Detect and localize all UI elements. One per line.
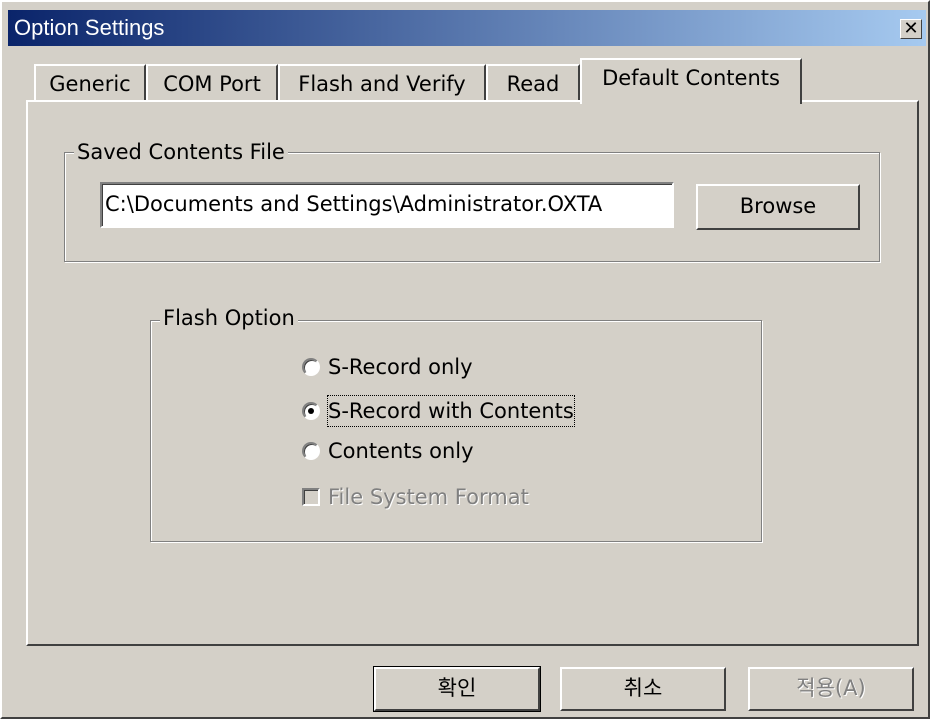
radio-contents-only[interactable]: Contents only	[302, 436, 562, 466]
tab-generic[interactable]: Generic	[34, 64, 146, 104]
radio-s-record-with-contents[interactable]: S-Record with Contents	[302, 395, 622, 427]
title-bar[interactable]: Option Settings ✕	[8, 10, 926, 46]
ok-button[interactable]: 확인	[373, 666, 541, 712]
tab-flash-and-verify[interactable]: Flash and Verify	[278, 64, 486, 104]
tab-label: COM Port	[163, 72, 261, 96]
cancel-button-label: 취소	[623, 676, 663, 700]
cancel-button[interactable]: 취소	[560, 667, 726, 711]
apply-button[interactable]: 적용(A)	[748, 667, 914, 711]
radio-s-record-only[interactable]: S-Record only	[302, 352, 562, 382]
tab-default-contents[interactable]: Default Contents	[580, 58, 802, 104]
checkbox-label: File System Format	[328, 485, 529, 509]
window-title: Option Settings	[14, 15, 165, 40]
tab-label: Read	[506, 72, 560, 96]
saved-contents-path-value: C:\Documents and Settings\Administrator.…	[105, 192, 603, 216]
radio-label: S-Record only	[328, 355, 473, 379]
radio-label: Contents only	[328, 439, 474, 463]
flash-option-label: Flash Option	[160, 306, 298, 330]
saved-contents-path-input[interactable]: C:\Documents and Settings\Administrator.…	[100, 182, 674, 228]
tab-com-port[interactable]: COM Port	[146, 64, 278, 104]
apply-button-label: 적용(A)	[796, 676, 866, 700]
close-button[interactable]: ✕	[900, 19, 922, 39]
radio-button[interactable]	[302, 358, 320, 376]
tab-label: Default Contents	[602, 66, 780, 90]
radio-selected-dot	[308, 408, 314, 414]
close-icon: ✕	[903, 18, 919, 39]
radio-label: S-Record with Contents	[327, 395, 575, 427]
radio-button[interactable]	[302, 442, 320, 460]
tab-read[interactable]: Read	[486, 64, 580, 104]
checkbox-box[interactable]	[302, 488, 320, 506]
tab-panel-default-contents: Saved Contents File C:\Documents and Set…	[26, 100, 919, 646]
tab-label: Generic	[49, 72, 131, 96]
browse-button[interactable]: Browse	[696, 184, 860, 230]
ok-button-label: 확인	[437, 676, 477, 700]
checkbox-file-system-format[interactable]: File System Format	[302, 482, 602, 512]
option-settings-dialog: Option Settings ✕ Generic COM Port Flash…	[0, 0, 930, 719]
tab-label: Flash and Verify	[298, 72, 466, 96]
radio-button-selected[interactable]	[302, 402, 320, 420]
browse-button-label: Browse	[739, 194, 817, 218]
saved-contents-file-label: Saved Contents File	[74, 140, 288, 164]
